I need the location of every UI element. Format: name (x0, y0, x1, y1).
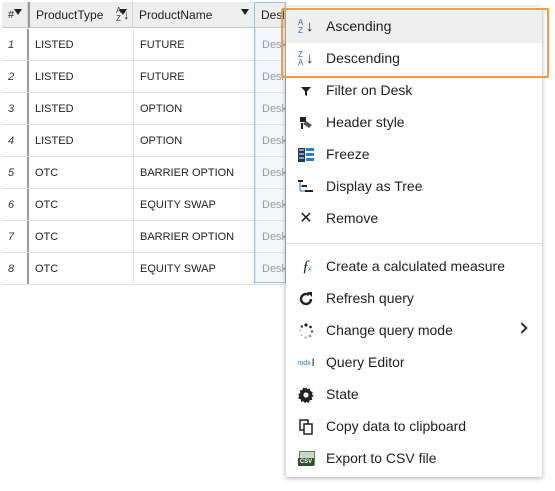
product-name-cell[interactable]: OPTION (133, 93, 255, 124)
sort-ascending-item[interactable]: A Z ↓ Ascending (286, 11, 542, 43)
menu-item-label: Change query mode (326, 322, 453, 338)
copy-data-item[interactable]: Copy data to clipboard (286, 411, 542, 443)
menu-item-label: Remove (326, 210, 379, 226)
row-index[interactable]: 6 (2, 189, 27, 220)
menu-item-label: Descending (326, 50, 400, 66)
gear-icon (298, 387, 314, 403)
product-type-cell[interactable]: LISTED (27, 93, 133, 124)
menu-item-label: Header style (326, 114, 405, 130)
header-product-type-label: ProductType (36, 7, 104, 22)
desk-cell[interactable]: DeskA (255, 93, 285, 124)
paint-icon (298, 115, 314, 131)
desk-cell[interactable]: DeskB (255, 29, 285, 60)
spinner-icon (298, 323, 314, 339)
menu-item-label: Create a calculated measure (326, 258, 505, 274)
state-item[interactable]: State (286, 379, 542, 411)
sort-descending-item[interactable]: Z A ↓ Descending (286, 43, 542, 75)
table-row[interactable]: 2LISTEDFUTUREDeskA (2, 61, 285, 93)
product-type-cell[interactable]: OTC (27, 221, 133, 252)
desk-cell[interactable]: DeskB (255, 157, 285, 188)
mdx-icon: mdx I (297, 357, 315, 369)
chevron-down-icon[interactable] (14, 9, 22, 15)
chevron-right-icon (516, 322, 528, 334)
desk-cell[interactable]: DeskA (255, 189, 285, 220)
menu-separator (286, 243, 542, 244)
chevron-down-icon[interactable] (119, 9, 127, 15)
refresh-query-item[interactable]: Refresh query (286, 283, 542, 315)
product-name-cell[interactable]: FUTURE (133, 29, 255, 60)
row-index[interactable]: 1 (2, 29, 27, 60)
close-icon: ✕ (299, 210, 313, 227)
menu-item-label: Filter on Desk (326, 82, 413, 98)
sort-descending-icon: Z A ↓ (298, 50, 314, 67)
table-row[interactable]: 4LISTEDOPTIONDeskB (2, 125, 285, 157)
header-style-item[interactable]: Header style (286, 107, 542, 139)
column-context-menu: A Z ↓ Ascending Z A ↓ Descending Filter on Desk H… (286, 7, 542, 477)
freeze-icon (298, 147, 314, 163)
desk-cell[interactable]: DeskA (255, 221, 285, 252)
menu-item-label: Query Editor (326, 354, 405, 370)
header-product-name[interactable]: ProductName (133, 2, 255, 28)
product-type-cell[interactable]: OTC (27, 157, 133, 188)
filter-icon (298, 83, 314, 99)
display-as-tree-item[interactable]: Display as Tree (286, 171, 542, 203)
desk-cell[interactable]: DeskB (255, 253, 285, 284)
desk-cell[interactable]: DeskB (255, 125, 285, 156)
row-index[interactable]: 2 (2, 61, 27, 92)
table-row[interactable]: 1LISTEDFUTUREDeskB (2, 29, 285, 61)
header-desk-label: Desk (261, 7, 284, 22)
table-row[interactable]: 3LISTEDOPTIONDeskA (2, 93, 285, 125)
create-calculated-measure-item[interactable]: ƒ x Create a calculated measure (286, 251, 542, 283)
header-product-type[interactable]: ProductType A Z ↓ (28, 2, 133, 28)
remove-item[interactable]: ✕ Remove (286, 203, 542, 235)
product-type-cell[interactable]: LISTED (27, 125, 133, 156)
menu-item-label: Copy data to clipboard (326, 418, 467, 434)
chevron-down-icon[interactable] (241, 9, 249, 15)
freeze-item[interactable]: Freeze (286, 139, 542, 171)
product-name-cell[interactable]: EQUITY SWAP (133, 253, 255, 284)
product-name-cell[interactable]: EQUITY SWAP (133, 189, 255, 220)
function-icon: ƒx (302, 258, 312, 275)
csv-icon: CSV (298, 451, 315, 467)
product-name-cell[interactable]: BARRIER OPTION (133, 157, 255, 188)
menu-item-label: Display as Tree (326, 178, 423, 194)
sort-ascending-icon: A Z ↓ (298, 18, 314, 35)
product-name-cell[interactable]: BARRIER OPTION (133, 221, 255, 252)
header-product-name-label: ProductName (139, 7, 213, 22)
header-index[interactable]: # (2, 2, 28, 28)
row-index[interactable]: 5 (2, 157, 27, 188)
copy-icon (298, 419, 314, 435)
menu-item-label: Export to CSV file (326, 450, 437, 466)
desk-cell[interactable]: DeskA (255, 61, 285, 92)
product-name-cell[interactable]: FUTURE (133, 61, 255, 92)
refresh-icon (298, 291, 314, 307)
product-type-cell[interactable]: LISTED (27, 61, 133, 92)
export-csv-item[interactable]: CSV Export to CSV file (286, 443, 542, 475)
row-index[interactable]: 3 (2, 93, 27, 124)
table-row[interactable]: 6OTCEQUITY SWAPDeskA (2, 189, 285, 221)
menu-item-label: Ascending (326, 18, 392, 34)
row-index[interactable]: 4 (2, 125, 27, 156)
header-desk[interactable]: Desk (255, 2, 285, 28)
row-index[interactable]: 8 (2, 253, 27, 284)
row-index[interactable]: 7 (2, 221, 27, 252)
table-row[interactable]: 8OTCEQUITY SWAPDeskB (2, 253, 285, 285)
table-row[interactable]: 5OTCBARRIER OPTIONDeskB (2, 157, 285, 189)
tree-icon (298, 179, 314, 195)
change-query-mode-item[interactable]: Change query mode (286, 315, 542, 347)
menu-item-label: State (326, 386, 359, 402)
table-row[interactable]: 7OTCBARRIER OPTIONDeskA (2, 221, 285, 253)
filter-on-desk-item[interactable]: Filter on Desk (286, 75, 542, 107)
product-type-cell[interactable]: OTC (27, 253, 133, 284)
query-editor-item[interactable]: mdx I Query Editor (286, 347, 542, 379)
product-name-cell[interactable]: OPTION (133, 125, 255, 156)
menu-item-label: Refresh query (326, 290, 414, 306)
menu-item-label: Freeze (326, 146, 370, 162)
product-type-cell[interactable]: OTC (27, 189, 133, 220)
product-type-cell[interactable]: LISTED (27, 29, 133, 60)
